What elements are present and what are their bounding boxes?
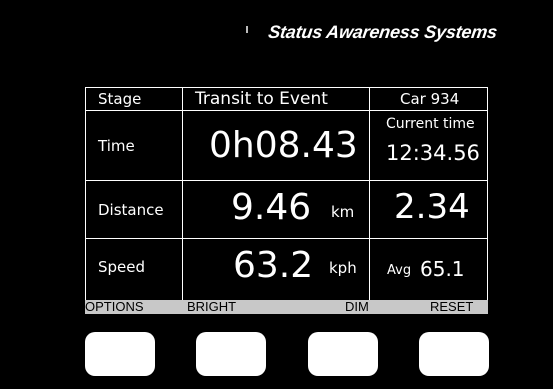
current-time-value: 12:34.56 (386, 141, 480, 165)
options-softkey-label: OPTIONS (85, 299, 144, 314)
bright-button[interactable] (196, 332, 266, 376)
distance-unit: km (331, 203, 355, 221)
reset-button[interactable] (419, 332, 489, 376)
dim-button[interactable] (308, 332, 378, 376)
options-button[interactable] (85, 332, 155, 376)
bright-softkey-label: BRIGHT (187, 299, 237, 314)
distance-label: Distance (98, 201, 164, 219)
stage-value: Transit to Event (195, 89, 328, 109)
time-label-cell: Time (85, 110, 183, 181)
current-time-cell: Current time 12:34.56 (369, 110, 488, 181)
avg-speed-value: 65.1 (420, 257, 465, 281)
current-time-label: Current time (386, 116, 475, 132)
time-label: Time (98, 137, 135, 155)
stage-label: Stage (98, 90, 142, 108)
stage-label-cell: Stage (85, 87, 183, 111)
distance-value: 9.46 (231, 187, 312, 228)
speed-value-cell: 63.2 kph (182, 238, 370, 301)
time-value-cell: 0h08.43 (182, 110, 370, 181)
distance-right-cell: 2.34 (369, 180, 488, 239)
speed-value: 63.2 (233, 245, 314, 286)
distance-label-cell: Distance (85, 180, 183, 239)
brand-title: Status Awareness Systems (267, 22, 499, 42)
speed-unit: kph (329, 259, 357, 277)
softkey-label-bar: OPTIONS BRIGHT DIM RESET (85, 299, 488, 314)
car-cell: Car 934 (369, 87, 488, 111)
distance-value-cell: 9.46 km (182, 180, 370, 239)
dim-softkey-label: DIM (345, 299, 369, 314)
avg-label: Avg (387, 263, 412, 278)
speed-label: Speed (98, 258, 146, 276)
elapsed-time: 0h08.43 (209, 125, 358, 166)
distance-right-value: 2.34 (394, 187, 470, 227)
car-number: Car 934 (400, 90, 460, 108)
speed-label-cell: Speed (85, 238, 183, 301)
avg-speed-cell: Avg 65.1 (369, 238, 488, 301)
stage-value-cell: Transit to Event (182, 87, 370, 111)
reset-softkey-label: RESET (430, 299, 474, 314)
indicator-dot (246, 26, 248, 33)
